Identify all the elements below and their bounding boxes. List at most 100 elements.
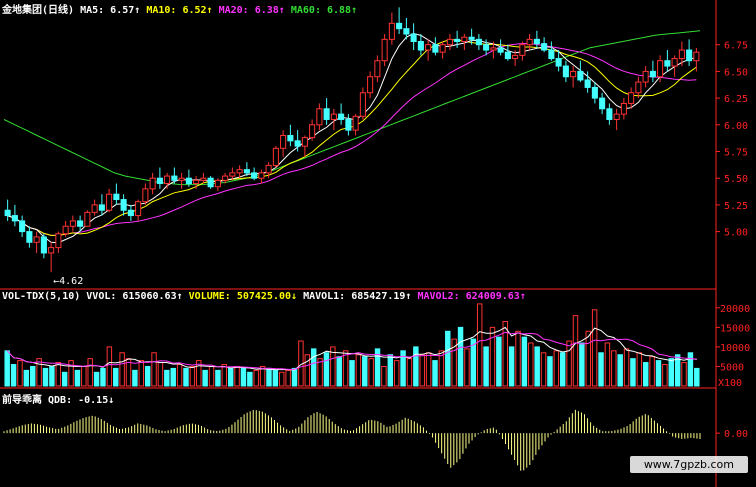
stock-chart: ←4.62 5.00 5.25 5.50 5.75 6.00 6.25 6.50 6.75 50… [0, 0, 750, 487]
candle-body [410, 33, 417, 42]
price-tick-label: 6.50 [724, 67, 748, 78]
volume-bar [464, 348, 470, 387]
candle-body [606, 108, 613, 120]
candle-body [236, 169, 243, 174]
ma5-legend: MA5: 6.57↑ [80, 5, 141, 16]
volume-bar [489, 326, 496, 387]
candle-body [519, 44, 526, 56]
price-header: 金地集团(日线) MA5: 6.57↑ MA10: 6.52↑ MA20: 6.… [2, 1, 357, 16]
candle-body [91, 204, 98, 213]
volume-bar [113, 367, 119, 387]
volume-bar [598, 352, 604, 387]
candle-body [156, 177, 163, 185]
volume-bar [694, 367, 700, 387]
candle-body [562, 65, 569, 78]
candle-body [591, 86, 598, 99]
volume-bar [425, 352, 432, 387]
candle-body [4, 209, 11, 217]
low-price-annotation: ←4.62 [53, 276, 83, 287]
price-tick-label: 5.25 [724, 201, 748, 212]
price-tick-label: 6.00 [724, 121, 748, 132]
candle-body [178, 177, 185, 181]
volume-bar [164, 369, 170, 387]
candle-body [468, 36, 475, 40]
watermark: www.7gpzb.com [629, 456, 748, 473]
candle-body [649, 70, 656, 78]
volume-bar [100, 367, 106, 387]
candle-body [309, 124, 316, 139]
volume-bar [413, 346, 419, 387]
candle-body [229, 172, 236, 177]
volume-tick-label: 15000 [720, 323, 750, 334]
volume-bar [559, 352, 566, 387]
candle-body [512, 54, 519, 60]
candle-body [678, 49, 685, 60]
candle-body [185, 177, 192, 185]
volume-tick-label: 20000 [720, 304, 750, 315]
candle-body [142, 188, 149, 203]
price-panel: ←4.62 [3, 7, 701, 287]
candle-body [417, 40, 424, 51]
volume-bar [106, 346, 113, 387]
candle-body [352, 115, 359, 131]
volume-bar [687, 352, 694, 387]
mavol1-legend: MAVOL1: 685427.19↑ [303, 291, 412, 302]
candle-body [265, 164, 272, 174]
candle-body [193, 179, 200, 185]
candle-body [164, 175, 171, 185]
candle-body [475, 38, 482, 46]
volume-bar [61, 371, 68, 387]
volume-bar [253, 369, 259, 387]
volume-bar [642, 362, 649, 387]
candle-body [200, 177, 207, 181]
candle-body [316, 108, 323, 126]
volume-bar [419, 354, 425, 387]
candle-body [214, 179, 221, 188]
volume-bar [604, 342, 611, 387]
candle-body [367, 76, 374, 94]
volume-bar [132, 369, 138, 387]
volume-bar [151, 352, 157, 387]
candle-body [396, 22, 403, 30]
volume-bar [279, 371, 285, 387]
volume-bar [87, 358, 93, 387]
volume-bar [445, 330, 451, 387]
volume-bar [240, 367, 247, 387]
candle-body [403, 28, 410, 35]
candle-body [359, 92, 366, 117]
candle-body [497, 47, 504, 53]
volume-bar [528, 342, 534, 387]
candle-body [628, 92, 635, 104]
volume-bar [208, 365, 215, 387]
ma60-legend: MA60: 6.88↑ [290, 5, 358, 16]
candle-body [98, 204, 105, 211]
volume-bar [483, 346, 489, 387]
volume-bar [381, 365, 387, 387]
volume-bar [10, 364, 17, 387]
candle-body [294, 140, 301, 147]
volume-bar [23, 369, 30, 387]
candle-body [149, 177, 156, 190]
candle-body [483, 44, 490, 51]
candle-body [454, 38, 461, 42]
candle-body [287, 134, 294, 142]
volume-bar [476, 303, 483, 387]
candle-body [599, 97, 606, 110]
candle-body [432, 44, 439, 53]
volume-bar [521, 336, 528, 387]
volume-bar [668, 358, 675, 387]
price-tick-label: 6.75 [724, 41, 748, 52]
volume-bar [74, 369, 81, 387]
ma20-legend: MA20: 6.38↑ [218, 5, 285, 16]
volume-bar [534, 346, 540, 387]
volume-bar [93, 371, 100, 387]
volume-bar [29, 365, 36, 387]
volume-bar [611, 350, 617, 387]
volume-bar [310, 348, 317, 387]
candle-body [323, 108, 330, 120]
volume-bar [291, 367, 298, 387]
volume-bar [189, 365, 196, 387]
candle-body [686, 49, 693, 62]
volume-bar [336, 356, 342, 387]
candle-body [490, 47, 497, 51]
